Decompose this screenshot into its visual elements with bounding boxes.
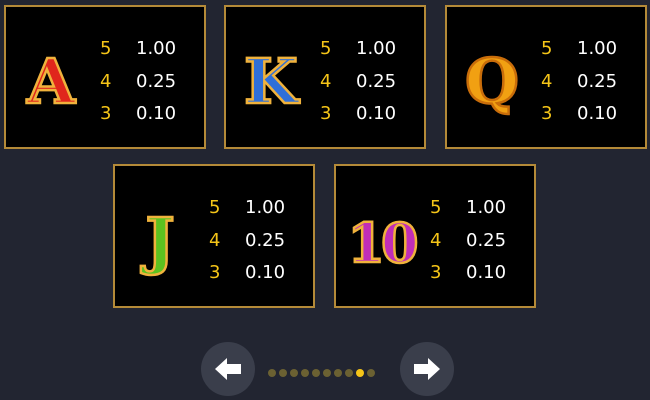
match-count: 3 [541, 103, 553, 124]
payout-amount: 1.00 [136, 38, 177, 59]
pay-row: 3 0.10 [209, 260, 285, 286]
page-dot[interactable] [334, 369, 342, 377]
arrow-left-icon [215, 358, 241, 380]
page-dot[interactable] [290, 369, 298, 377]
payout-amount: 1.00 [356, 38, 397, 59]
pay-row: 4 0.25 [541, 69, 617, 95]
svg-text:A: A [26, 45, 76, 118]
match-count: 5 [209, 197, 221, 218]
match-count: 5 [100, 38, 112, 59]
svg-text:J: J [140, 204, 174, 277]
match-count: 4 [430, 230, 442, 251]
arrow-right-icon [414, 358, 440, 380]
match-count: 4 [209, 230, 221, 251]
symbol-10-icon: 10 [346, 202, 422, 277]
match-count: 3 [100, 103, 112, 124]
paytable-card-q: Q 5 1.00 4 0.25 3 0.10 [445, 5, 647, 149]
svg-text:Q: Q [465, 45, 519, 118]
symbol-k-icon: K [240, 43, 302, 120]
paytable-card-a: A 5 1.00 4 0.25 3 0.10 [4, 5, 206, 149]
symbol-j-icon: J [129, 202, 191, 279]
next-page-button[interactable] [400, 342, 454, 396]
paytable-card-j: J 5 1.00 4 0.25 3 0.10 [113, 164, 315, 308]
symbol-a-icon: A [20, 43, 82, 120]
payout-amount: 0.10 [136, 103, 177, 124]
pay-row: 5 1.00 [100, 36, 176, 62]
page-dot[interactable] [268, 369, 276, 377]
match-count: 3 [209, 262, 221, 283]
match-count: 3 [320, 103, 332, 124]
payout-amount: 0.10 [245, 262, 286, 283]
svg-text:10: 10 [347, 211, 417, 275]
pay-row: 5 1.00 [320, 36, 396, 62]
pay-row: 3 0.10 [541, 101, 617, 127]
payout-amount: 0.25 [245, 230, 286, 251]
previous-page-button[interactable] [201, 342, 255, 396]
page-dot[interactable] [312, 369, 320, 377]
payout-amount: 0.10 [466, 262, 507, 283]
pay-row: 4 0.25 [209, 228, 285, 254]
payout-amount: 1.00 [466, 197, 507, 218]
pay-row: 4 0.25 [430, 228, 506, 254]
match-count: 4 [541, 71, 553, 92]
payout-amount: 1.00 [577, 38, 618, 59]
pay-row: 3 0.10 [100, 101, 176, 127]
payout-amount: 0.25 [577, 71, 618, 92]
payout-amount: 0.25 [466, 230, 507, 251]
page-dot[interactable] [323, 369, 331, 377]
payout-amount: 0.25 [136, 71, 177, 92]
payout-amount: 0.25 [356, 71, 397, 92]
pay-row: 4 0.25 [100, 69, 176, 95]
page-dot-active[interactable] [356, 369, 364, 377]
payout-amount: 0.10 [577, 103, 618, 124]
pay-row: 4 0.25 [320, 69, 396, 95]
page-dot[interactable] [367, 369, 375, 377]
match-count: 4 [320, 71, 332, 92]
match-count: 5 [541, 38, 553, 59]
pay-row: 5 1.00 [209, 195, 285, 221]
match-count: 4 [100, 71, 112, 92]
svg-text:K: K [244, 45, 300, 118]
payout-amount: 1.00 [245, 197, 286, 218]
match-count: 5 [430, 197, 442, 218]
payout-amount: 0.10 [356, 103, 397, 124]
pay-row: 5 1.00 [541, 36, 617, 62]
page-dot[interactable] [279, 369, 287, 377]
pay-row: 3 0.10 [430, 260, 506, 286]
match-count: 5 [320, 38, 332, 59]
match-count: 3 [430, 262, 442, 283]
paytable-card-k: K 5 1.00 4 0.25 3 0.10 [224, 5, 426, 149]
pay-row: 5 1.00 [430, 195, 506, 221]
symbol-q-icon: Q [461, 43, 523, 120]
page-dot[interactable] [345, 369, 353, 377]
paytable-card-10: 10 5 1.00 4 0.25 3 0.10 [334, 164, 536, 308]
page-indicator [268, 369, 375, 377]
page-dot[interactable] [301, 369, 309, 377]
pay-row: 3 0.10 [320, 101, 396, 127]
